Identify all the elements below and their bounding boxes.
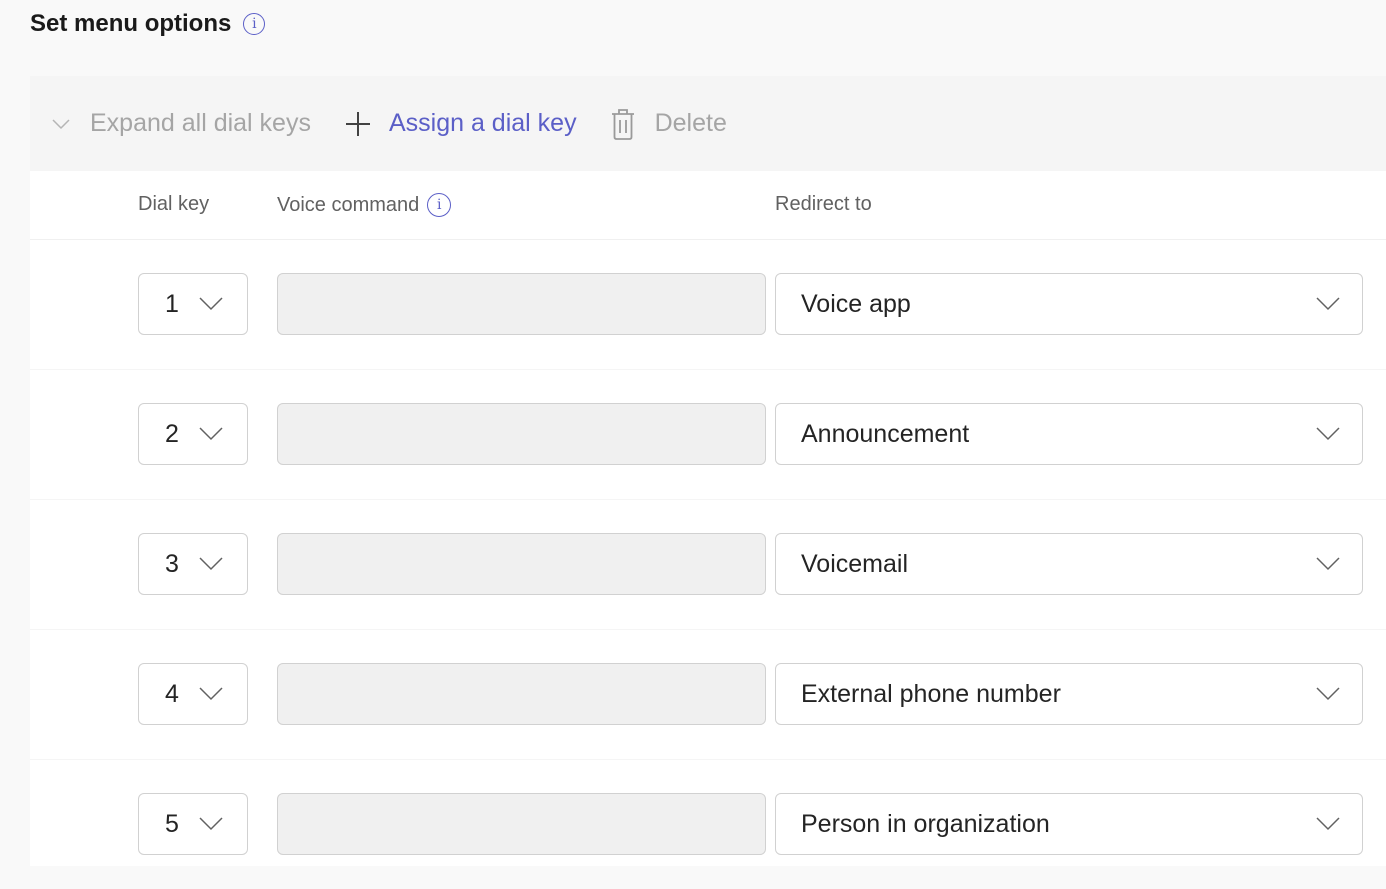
chevron-down-icon [1316, 557, 1340, 571]
redirect-to-header-label: Redirect to [775, 193, 872, 215]
expand-all-label: Expand all dial keys [90, 109, 311, 137]
delete-button[interactable]: Delete [611, 108, 727, 140]
assign-dial-key-button[interactable]: Assign a dial key [345, 109, 577, 138]
dial-key-header-label: Dial key [138, 193, 210, 215]
chevron-down-icon [199, 557, 223, 571]
redirect-to-dropdown[interactable]: Person in organization [775, 793, 1363, 855]
menu-options-panel: Expand all dial keys Assign a dial key D… [30, 76, 1386, 866]
voice-command-header-label: Voice command [277, 193, 420, 216]
dial-key-value: 2 [165, 419, 179, 448]
chevron-down-icon [1316, 817, 1340, 831]
expand-all-button[interactable]: Expand all dial keys [50, 109, 311, 138]
voice-command-input[interactable] [277, 663, 766, 725]
dial-key-dropdown[interactable]: 5 [138, 793, 248, 855]
table-row: 2 Announcement [30, 370, 1386, 500]
table-row: 4 External phone number [30, 630, 1386, 760]
redirect-to-value: External phone number [801, 679, 1061, 708]
dial-key-value: 3 [165, 549, 179, 578]
redirect-to-dropdown[interactable]: Voicemail [775, 533, 1363, 595]
chevron-down-icon [1316, 297, 1340, 311]
redirect-to-dropdown[interactable]: External phone number [775, 663, 1363, 725]
plus-icon [345, 111, 370, 136]
table-row: 3 Voicemail [30, 500, 1386, 630]
trash-icon [611, 108, 634, 140]
voice-command-input[interactable] [277, 273, 766, 335]
column-header-dial-key: Dial key [138, 193, 209, 216]
table-row: 5 Person in organization [30, 760, 1386, 889]
redirect-to-dropdown[interactable]: Voice app [775, 273, 1363, 335]
table-row: 1 Voice app [30, 240, 1386, 370]
dial-key-dropdown[interactable]: 1 [138, 273, 248, 335]
assign-dial-key-label: Assign a dial key [388, 109, 577, 137]
chevron-down-icon [199, 687, 223, 701]
chevron-down-icon [199, 427, 223, 441]
redirect-to-dropdown[interactable]: Announcement [775, 403, 1363, 465]
dial-key-value: 5 [165, 809, 179, 838]
dial-key-value: 4 [165, 679, 179, 708]
dial-key-dropdown[interactable]: 3 [138, 533, 248, 595]
chevron-down-icon [52, 118, 70, 129]
redirect-to-value: Person in organization [801, 809, 1050, 838]
redirect-to-value: Announcement [801, 419, 970, 448]
toolbar: Expand all dial keys Assign a dial key D… [30, 76, 1386, 171]
section-header: Set menu options i [30, 8, 266, 40]
dial-key-value: 1 [165, 289, 179, 318]
voice-command-input[interactable] [277, 793, 766, 855]
column-header-voice-command: Voice command i [277, 193, 452, 217]
voice-command-input[interactable] [277, 403, 766, 465]
chevron-down-icon [199, 297, 223, 311]
info-icon[interactable]: i [243, 13, 266, 35]
delete-label: Delete [654, 109, 727, 137]
chevron-down-icon [199, 817, 223, 831]
info-icon[interactable]: i [427, 193, 452, 217]
column-header-redirect-to: Redirect to [775, 193, 872, 216]
redirect-to-value: Voicemail [801, 549, 908, 578]
dial-key-dropdown[interactable]: 2 [138, 403, 248, 465]
section-title: Set menu options [30, 10, 232, 37]
chevron-down-icon [1316, 427, 1340, 441]
dial-key-dropdown[interactable]: 4 [138, 663, 248, 725]
table-body: 1 Voice app 2 Announcement 3 Voicemail 4… [30, 240, 1386, 889]
voice-command-input[interactable] [277, 533, 766, 595]
chevron-down-icon [1316, 687, 1340, 701]
redirect-to-value: Voice app [801, 289, 911, 318]
table-header: Dial key Voice command i Redirect to [30, 171, 1386, 240]
